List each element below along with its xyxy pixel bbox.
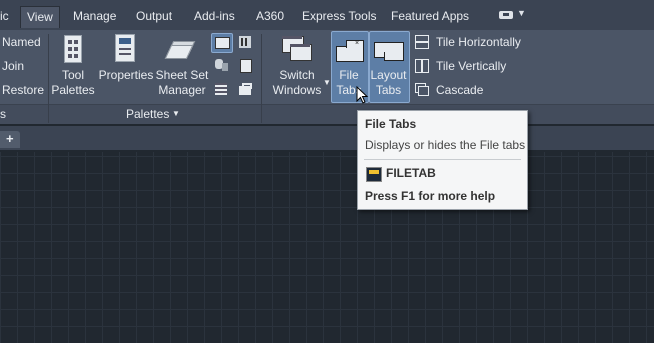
tile-horizontally-icon: [415, 35, 429, 49]
restore-viewports-button[interactable]: Restore: [2, 83, 44, 97]
properties-icon: [115, 34, 135, 62]
tab-output[interactable]: Output: [136, 6, 172, 26]
tab-add-ins[interactable]: Add-ins: [194, 6, 235, 26]
cascade-button[interactable]: Cascade: [436, 83, 483, 97]
tooltip-command: FILETAB: [386, 166, 436, 180]
tab-view[interactable]: View: [20, 6, 60, 28]
file-tabs-icon: ×: [336, 40, 364, 62]
layout-tabs-label: Layout Tabs: [369, 68, 408, 98]
file-tab-strip: [0, 126, 654, 150]
chevron-down-icon: ▼: [517, 8, 526, 18]
file-tabs-label-1: File: [339, 68, 359, 82]
tile-horizontally-button[interactable]: Tile Horizontally: [436, 35, 521, 49]
viewports-panel-title[interactable]: s: [0, 107, 6, 121]
chevron-down-icon[interactable]: ▼: [172, 109, 180, 118]
tool-palettes-label-2: Palettes: [51, 83, 95, 97]
tooltip-divider: [364, 159, 521, 160]
tooltip-description: Displays or hides the File tabs: [365, 138, 526, 152]
tool-palettes-button[interactable]: Tool Palettes: [50, 68, 96, 98]
tab-graphic[interactable]: ic: [0, 6, 9, 26]
cascade-icon: [415, 83, 429, 97]
command-icon: [366, 167, 382, 182]
switch-windows-label-2: Windows: [272, 83, 322, 97]
properties-button[interactable]: Properties: [97, 68, 155, 83]
switch-windows-icon: [280, 33, 314, 63]
tool-palettes-icon: [64, 35, 82, 63]
ribbon-tab-bar: ic View Manage Output Add-ins A360 Expre…: [0, 0, 654, 30]
calculator-icon[interactable]: [238, 35, 252, 49]
ribbon-panel-titles: [0, 104, 654, 124]
layout-tabs-label-2: Tabs: [375, 83, 402, 97]
layout-tabs-label-1: Layout: [370, 68, 407, 82]
workspace-toggle-button[interactable]: ▼: [497, 8, 527, 22]
sheet-set-manager-button[interactable]: Sheet Set Manager: [155, 68, 209, 98]
panel-toggle-icon: [499, 11, 513, 19]
plus-icon: +: [6, 131, 14, 146]
mouse-cursor-icon: [356, 86, 369, 104]
panel-separator: [261, 104, 262, 123]
switch-windows-label-1: Switch: [279, 68, 315, 82]
file-tabs-tooltip: File Tabs Displays or hides the File tab…: [357, 110, 528, 210]
named-viewports-button[interactable]: Named: [2, 35, 41, 49]
tab-manage[interactable]: Manage: [73, 6, 116, 26]
new-file-tab-button[interactable]: +: [0, 131, 20, 148]
tooltip-help: Press F1 for more help: [365, 189, 496, 203]
palettes-panel-title[interactable]: Palettes: [126, 107, 169, 121]
design-center-icon[interactable]: [238, 82, 252, 96]
palette-toggle-button-highlighted[interactable]: [211, 33, 233, 53]
drawing-canvas[interactable]: [0, 152, 654, 343]
join-viewports-button[interactable]: Join: [2, 59, 24, 73]
panel-separator: [48, 104, 49, 123]
tile-vertically-icon: [415, 59, 429, 73]
chevron-down-icon[interactable]: ▼: [323, 78, 331, 87]
quickcalc-icon[interactable]: [238, 58, 252, 73]
tab-express-tools[interactable]: Express Tools: [302, 6, 376, 26]
tile-vertically-button[interactable]: Tile Vertically: [436, 59, 506, 73]
sheet-set-label-2: Manager: [158, 83, 206, 97]
tab-a360[interactable]: A360: [256, 6, 284, 26]
db-connect-icon[interactable]: [214, 58, 228, 72]
tool-palettes-label-1: Tool: [61, 68, 84, 82]
switch-windows-button[interactable]: Switch Windows: [271, 68, 323, 98]
sheet-set-manager-icon: [164, 35, 196, 59]
tab-featured-apps[interactable]: Featured Apps: [391, 6, 469, 26]
sheet-set-label-1: Sheet Set: [155, 68, 209, 82]
tooltip-title: File Tabs: [365, 117, 417, 131]
layout-tabs-icon: [374, 40, 404, 62]
markup-set-icon[interactable]: [214, 82, 228, 96]
